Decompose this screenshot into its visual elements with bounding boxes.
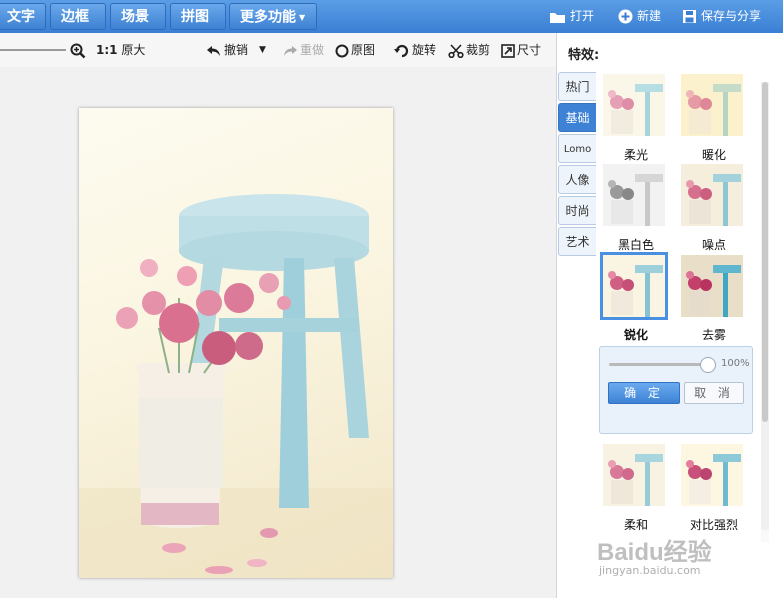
confirm-button[interactable]: 确 定 xyxy=(608,382,680,404)
tab-collage[interactable]: 拼图 xyxy=(170,3,226,30)
thumbnail-image xyxy=(603,444,665,506)
chevron-down-icon: ▼ xyxy=(299,13,306,22)
effect-label-soft-light: 柔光 xyxy=(623,148,648,162)
effect-label-sharpen: 锐化 xyxy=(623,328,648,342)
thumbnail-image xyxy=(603,74,665,136)
undo-history-dropdown[interactable]: ▼ xyxy=(259,42,266,58)
plus-circle-icon xyxy=(618,9,633,24)
watermark-url: jingyan.baidu.com xyxy=(599,564,701,577)
thumbnail-image xyxy=(681,74,743,136)
zoom-in-icon xyxy=(70,43,86,58)
category-lomo[interactable]: Lomo xyxy=(558,134,596,163)
original-image-button[interactable]: 原图 xyxy=(335,42,375,58)
effect-thumb-high-contrast[interactable] xyxy=(681,444,743,506)
zoom-slider-track[interactable] xyxy=(0,49,66,51)
category-fashion[interactable]: 时尚 xyxy=(558,196,596,225)
effect-label-noise: 噪点 xyxy=(701,238,726,252)
category-art[interactable]: 艺术 xyxy=(558,227,596,256)
new-button[interactable]: 新建 xyxy=(618,0,661,33)
category-hot[interactable]: 热门 xyxy=(558,72,596,101)
redo-button[interactable]: 重做 xyxy=(282,42,324,58)
crop-button[interactable]: 裁剪 xyxy=(448,42,490,58)
intensity-percent: 100% xyxy=(721,358,750,369)
rotate-icon xyxy=(394,44,409,57)
chevron-down-icon: ▼ xyxy=(259,45,266,55)
photo-content xyxy=(79,194,393,578)
redo-icon xyxy=(284,45,297,56)
tab-text[interactable]: 文字 xyxy=(0,3,46,30)
undo-icon xyxy=(207,45,220,56)
effect-thumb-sharpen[interactable] xyxy=(600,252,668,320)
effects-title: 特效: xyxy=(568,48,600,63)
effect-thumb-black-white[interactable] xyxy=(603,164,665,226)
circle-icon xyxy=(335,44,349,57)
baidu-watermark: Baidu经验 jingyan.baidu.com xyxy=(573,530,773,590)
edited-photo[interactable] xyxy=(79,108,393,578)
effect-thumb-warm[interactable] xyxy=(681,74,743,136)
effects-scrollbar[interactable] xyxy=(761,82,769,542)
effect-thumb-dehaze[interactable] xyxy=(681,255,743,317)
effect-thumb-soft[interactable] xyxy=(603,444,665,506)
tab-scene[interactable]: 场景 xyxy=(110,3,166,30)
zoom-in-button[interactable] xyxy=(70,42,88,58)
tab-border[interactable]: 边框 xyxy=(50,3,106,30)
intensity-slider-track[interactable] xyxy=(609,363,709,366)
thumbnail-image xyxy=(603,255,665,317)
open-button[interactable]: 打开 xyxy=(549,0,594,33)
watermark-logo-text: Baidu经验 xyxy=(597,539,712,566)
cancel-button[interactable]: 取 消 xyxy=(684,382,744,404)
category-basic[interactable]: 基础 xyxy=(558,103,596,132)
folder-icon xyxy=(550,12,565,23)
effect-thumb-noise[interactable] xyxy=(681,164,743,226)
effect-label-warm: 暖化 xyxy=(701,148,726,162)
effect-thumb-soft-light[interactable] xyxy=(603,74,665,136)
thumbnail-image xyxy=(603,164,665,226)
effect-label-black-white: 黑白色 xyxy=(617,238,654,252)
scrollbar-thumb[interactable] xyxy=(762,82,768,422)
thumbnail-image xyxy=(681,255,743,317)
category-portrait[interactable]: 人像 xyxy=(558,165,596,194)
intensity-slider-handle[interactable] xyxy=(700,357,716,373)
floppy-disk-icon xyxy=(683,10,696,23)
resize-icon xyxy=(501,43,515,58)
undo-button[interactable]: 撤销 xyxy=(206,42,248,58)
original-size-button[interactable]: 1:1 原大 xyxy=(96,42,145,58)
save-share-button[interactable]: 保存与分享 xyxy=(682,0,761,33)
thumbnail-image xyxy=(681,164,743,226)
rotate-button[interactable]: 旋转 xyxy=(394,42,436,58)
tab-more-features[interactable]: 更多功能 ▼ xyxy=(229,3,317,30)
resize-button[interactable]: 尺寸 xyxy=(501,42,541,58)
effect-label-dehaze: 去雾 xyxy=(701,328,726,342)
thumbnail-image xyxy=(681,444,743,506)
scissors-icon xyxy=(448,43,464,58)
